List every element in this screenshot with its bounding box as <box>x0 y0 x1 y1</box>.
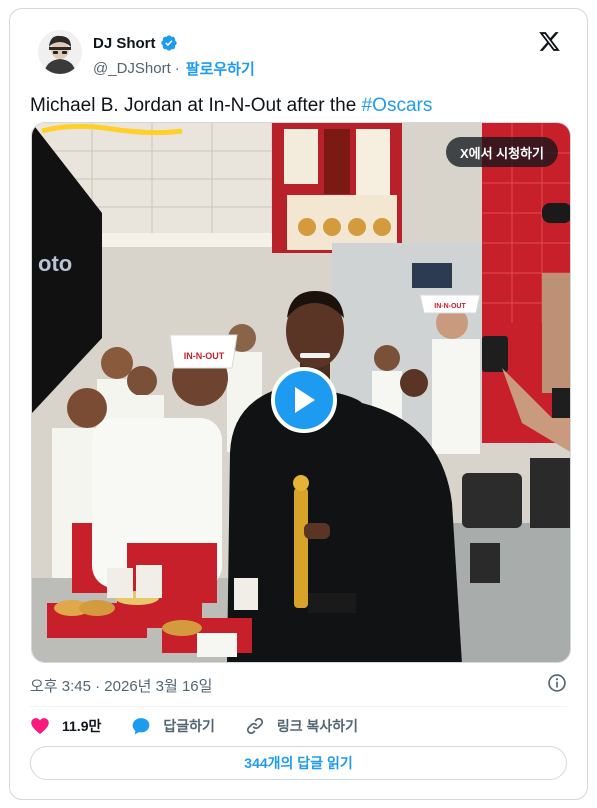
read-replies-button[interactable]: 344개의 답글 읽기 <box>30 746 567 780</box>
like-button[interactable]: 11.9만 <box>30 716 101 736</box>
user-meta: @_DJShort · 팔로우하기 <box>93 58 255 79</box>
svg-text:IN-N-OUT: IN-N-OUT <box>434 303 466 310</box>
copy-link-button[interactable]: 링크 복사하기 <box>245 716 358 736</box>
like-count: 11.9만 <box>62 718 102 734</box>
display-name[interactable]: DJ Short <box>93 34 178 52</box>
x-logo-icon[interactable] <box>538 30 561 53</box>
avatar-image <box>38 30 82 74</box>
tweet-actions: 11.9만 답글하기 링크 복사하기 <box>30 715 388 737</box>
reply-label: 답글하기 <box>163 718 215 734</box>
read-replies-label: 344개의 답글 읽기 <box>244 755 353 771</box>
follow-button[interactable]: 팔로우하기 <box>186 58 255 79</box>
heart-icon <box>30 716 50 736</box>
hashtag-link[interactable]: #Oscars <box>362 95 433 116</box>
divider <box>30 706 567 707</box>
play-icon <box>295 387 315 413</box>
tweet-text: Michael B. Jordan at In-N-Out after the … <box>30 95 432 117</box>
svg-text:oto: oto <box>38 251 72 276</box>
avatar[interactable] <box>38 30 82 74</box>
tweet-body: Michael B. Jordan at In-N-Out after the <box>30 95 362 116</box>
play-button[interactable] <box>271 367 337 433</box>
watch-on-x-label: X에서 시청하기 <box>459 145 544 161</box>
video-player[interactable]: IN-N-OUT oto IN-N-OUT X에서 시청하기 <box>31 122 571 663</box>
reply-button[interactable]: 답글하기 <box>131 716 215 736</box>
reply-bubble-icon <box>131 716 151 736</box>
info-icon[interactable] <box>547 673 567 693</box>
display-name-text: DJ Short <box>93 34 156 52</box>
link-icon <box>245 716 265 736</box>
user-handle[interactable]: @_DJShort <box>93 60 171 77</box>
tweet-timestamp[interactable]: 오후 3:45 · 2026년 3월 16일 <box>30 675 212 696</box>
svg-text:IN-N-OUT: IN-N-OUT <box>184 351 225 361</box>
verified-badge-icon <box>160 34 178 52</box>
meta-separator: · <box>174 60 180 77</box>
tweet-card[interactable]: DJ Short @_DJShort · 팔로우하기 Michael B. Jo… <box>9 8 588 800</box>
copy-link-label: 링크 복사하기 <box>276 718 359 734</box>
watch-on-x-button[interactable]: X에서 시청하기 <box>445 137 558 167</box>
